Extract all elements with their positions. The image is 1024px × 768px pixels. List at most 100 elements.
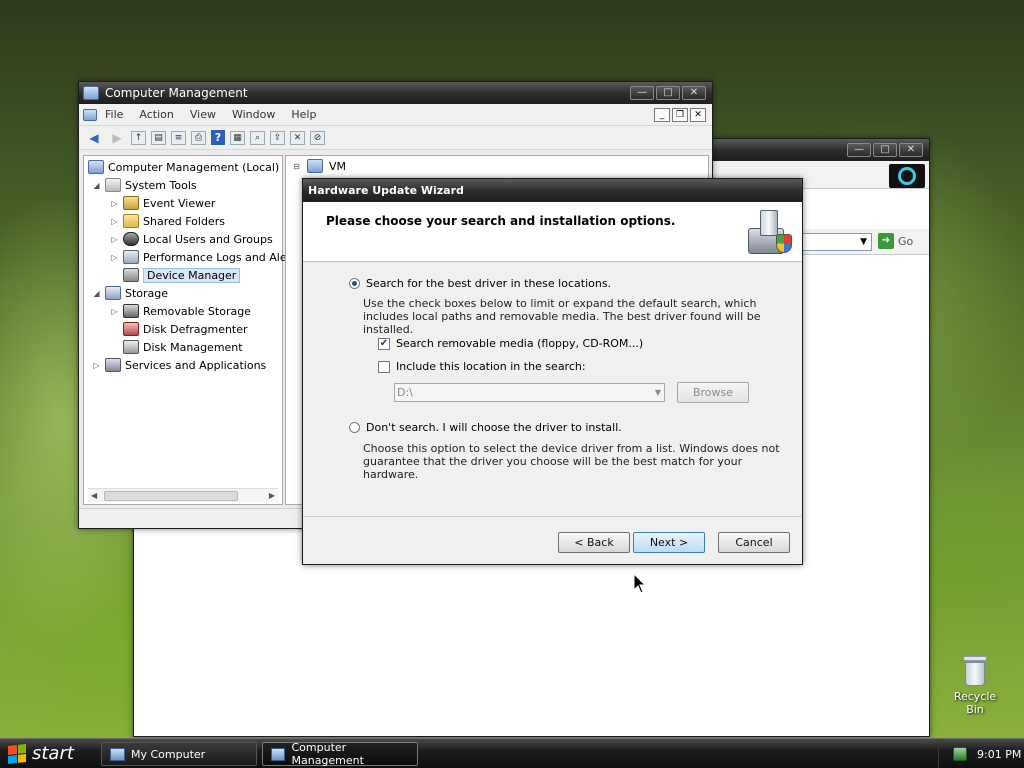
wizard-header: Please choose your search and installati… (303, 202, 802, 262)
checkbox-unchecked-icon[interactable] (378, 360, 390, 373)
mdi-minimize-button[interactable]: _ (654, 107, 670, 122)
performance-icon (123, 250, 139, 264)
maximize-button[interactable]: □ (873, 143, 897, 157)
start-label: start (32, 743, 74, 764)
chevron-down-icon[interactable]: ▼ (655, 384, 661, 401)
go-label: Go (898, 234, 914, 248)
menu-window[interactable]: Window (224, 108, 283, 121)
menu-action[interactable]: Action (131, 108, 181, 121)
scan-hardware-icon[interactable]: ⌕ (250, 130, 265, 145)
close-button[interactable]: ✕ (899, 143, 923, 157)
uninstall-icon[interactable]: ✕ (290, 130, 305, 145)
recycle-bin-label: Recycle Bin (953, 690, 997, 716)
network-icon[interactable] (953, 747, 967, 761)
wizard-titlebar[interactable]: Hardware Update Wizard (303, 179, 802, 202)
minimize-button[interactable]: — (630, 86, 654, 100)
expand-icon[interactable]: ▷ (110, 199, 119, 208)
go-button[interactable]: ➜ Go (878, 233, 913, 249)
scroll-left-icon[interactable]: ◀ (91, 489, 97, 503)
next-button[interactable]: Next > (633, 532, 705, 553)
tree-item-label: Disk Management (143, 340, 243, 354)
tree-item-label: Services and Applications (125, 358, 267, 372)
close-button[interactable]: ✕ (682, 86, 706, 100)
expand-icon[interactable]: ▷ (110, 307, 119, 316)
tree-item-storage[interactable]: ◢ Storage (92, 284, 168, 302)
expand-icon[interactable]: ▷ (110, 217, 119, 226)
collapse-icon[interactable]: ◢ (92, 181, 101, 190)
tree-item-root[interactable]: Computer Management (Local) (88, 158, 279, 176)
tree-item-label: Event Viewer (143, 196, 216, 210)
up-folder-icon[interactable]: ↑ (131, 130, 146, 145)
search-option-description: Use the check boxes below to limit or ex… (363, 297, 761, 336)
collapse-icon[interactable]: ◢ (92, 289, 101, 298)
address-dropdown[interactable]: ▼ (802, 233, 872, 251)
computer-management-titlebar[interactable]: Computer Management — □ ✕ (79, 82, 712, 104)
radio-search-best-driver[interactable]: Search for the best driver in these loca… (349, 277, 611, 290)
menu-file[interactable]: File (97, 108, 131, 121)
browse-button[interactable]: Browse (677, 382, 749, 403)
menu-help[interactable]: Help (283, 108, 324, 121)
recycle-bin-desktop-icon[interactable]: Recycle Bin (944, 656, 1006, 716)
print-icon[interactable]: ⎙ (191, 130, 206, 145)
expand-icon[interactable]: ▷ (110, 253, 119, 262)
scroll-right-icon[interactable]: ▶ (269, 489, 275, 503)
users-icon (123, 232, 139, 246)
cancel-button[interactable]: Cancel (718, 532, 790, 553)
view-icon[interactable]: ▦ (230, 130, 245, 145)
location-combobox[interactable]: D:\ ▼ (394, 383, 665, 402)
mdi-restore-button[interactable]: ❐ (672, 107, 688, 122)
toolbar: ◀ ▶ ↑ ▤ ≡ ⎙ ? ▦ ⌕ ⇪ ✕ ⊘ (79, 126, 712, 150)
help-icon[interactable]: ? (211, 130, 225, 145)
system-menu-icon[interactable] (83, 108, 97, 121)
checkbox-removable-media[interactable]: ✔ Search removable media (floppy, CD-ROM… (378, 337, 643, 350)
tree-item-disk-defragmenter[interactable]: Disk Defragmenter (110, 320, 248, 338)
tree-item-label: Disk Defragmenter (143, 322, 248, 336)
maximize-button[interactable]: □ (656, 86, 680, 100)
tree-item-system-tools[interactable]: ◢ System Tools (92, 176, 197, 194)
radio-label: Don't search. I will choose the driver t… (366, 421, 622, 434)
back-button[interactable]: < Back (558, 532, 630, 553)
tree-item-local-users[interactable]: ▷ Local Users and Groups (110, 230, 273, 248)
expand-icon[interactable]: ▷ (110, 235, 119, 244)
hardware-toolbox-icon (746, 208, 794, 256)
checkbox-include-location[interactable]: Include this location in the search: (378, 360, 586, 373)
horizontal-scrollbar[interactable]: ◀ ▶ (88, 488, 278, 502)
taskbar-button-computer-management[interactable]: Computer Management (262, 741, 418, 767)
mdi-close-button[interactable]: ✕ (690, 107, 706, 122)
radio-selected-icon[interactable] (349, 278, 360, 289)
expand-icon[interactable]: ▷ (92, 361, 101, 370)
task-label: Computer Management (291, 741, 364, 767)
back-arrow-icon[interactable]: ◀ (85, 129, 103, 147)
windows-throbber-logo (889, 164, 925, 188)
menu-view[interactable]: View (182, 108, 224, 121)
radio-unselected-icon[interactable] (349, 422, 360, 433)
show-hide-tree-icon[interactable]: ▤ (151, 130, 166, 145)
computer-icon (88, 160, 104, 174)
wizard-title: Hardware Update Wizard (308, 184, 464, 197)
forward-arrow-icon[interactable]: ▶ (108, 129, 126, 147)
event-viewer-icon (123, 196, 139, 210)
taskbar-button-my-computer[interactable]: My Computer (101, 742, 257, 766)
disk-management-icon (123, 340, 139, 354)
clock[interactable]: 9:01 PM (977, 748, 1021, 761)
tree-item-disk-management[interactable]: Disk Management (110, 338, 243, 356)
start-button[interactable]: start (0, 740, 86, 767)
tree-item-services-apps[interactable]: ▷ Services and Applications (92, 356, 266, 374)
storage-icon (105, 286, 121, 300)
tree-item-removable-storage[interactable]: ▷ Removable Storage (110, 302, 251, 320)
disable-device-icon[interactable]: ⊘ (310, 130, 325, 145)
tree-item-label: Performance Logs and Alert (143, 250, 296, 264)
collapse-icon[interactable]: ⊟ (292, 162, 301, 171)
tree-item-performance-logs[interactable]: ▷ Performance Logs and Alert (110, 248, 295, 266)
properties-icon[interactable]: ≡ (171, 130, 186, 145)
device-tree-root[interactable]: ⊟ VM (292, 159, 346, 173)
radio-dont-search[interactable]: Don't search. I will choose the driver t… (349, 421, 622, 434)
tree-item-event-viewer[interactable]: ▷ Event Viewer (110, 194, 215, 212)
tree-item-device-manager[interactable]: Device Manager (110, 266, 241, 284)
checkbox-checked-icon[interactable]: ✔ (378, 337, 390, 350)
tree-item-label: Storage (125, 286, 169, 300)
update-driver-icon[interactable]: ⇪ (270, 130, 285, 145)
minimize-button[interactable]: — (847, 143, 871, 157)
tree-item-shared-folders[interactable]: ▷ Shared Folders (110, 212, 225, 230)
scrollbar-thumb[interactable] (104, 491, 238, 501)
